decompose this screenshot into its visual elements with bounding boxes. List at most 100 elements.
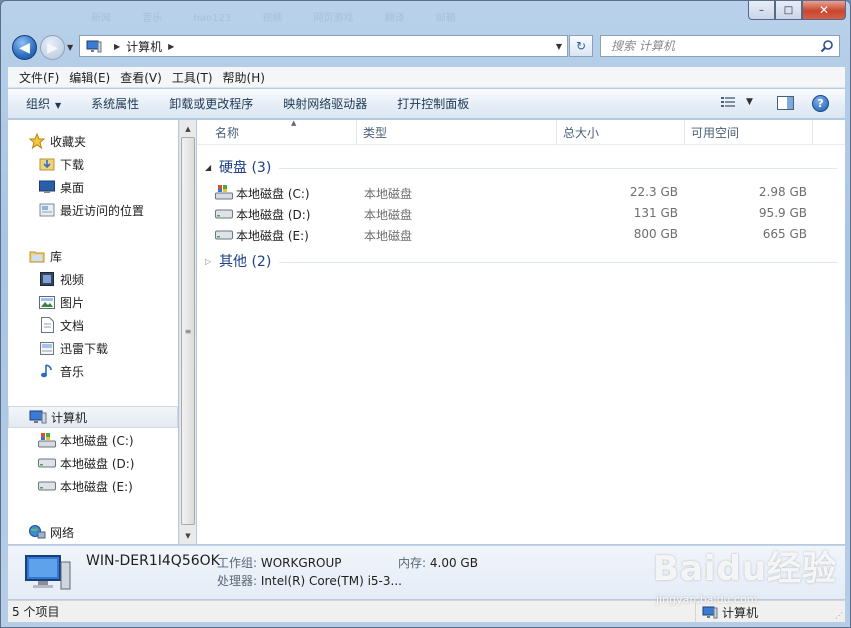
system-properties-button[interactable]: 系统属性 [91, 95, 139, 112]
ghost-text: 视频 [262, 13, 283, 24]
sidebar-item-videos[interactable]: 视频 [8, 268, 178, 290]
maximize-button[interactable]: □ [775, 1, 802, 20]
workgroup-value: WORKGROUP [260, 556, 342, 570]
sidebar-item-pictures[interactable]: 图片 [8, 291, 178, 313]
explorer-window: 新闻 音乐 hao123 视频 网页游戏 翻译 邮箱 – □ ✕ ◀ ▶ ▼ ▶… [0, 0, 851, 628]
system-drive-icon [215, 185, 233, 200]
preview-pane-icon[interactable] [777, 96, 794, 110]
group-header-hard-disks[interactable]: ◢ 硬盘 (3) [205, 156, 837, 178]
arrow-right-icon: ▶ [47, 39, 58, 56]
sidebar-item-recent-places[interactable]: 最近访问的位置 [8, 199, 178, 221]
search-box[interactable] [600, 35, 840, 57]
pictures-library-icon [38, 294, 56, 310]
computer-icon [86, 40, 102, 52]
menu-file[interactable]: 文件(F) [19, 69, 59, 86]
ghost-text: 音乐 [142, 13, 163, 24]
sidebar-item-label: 最近访问的位置 [60, 203, 145, 218]
breadcrumb-computer[interactable]: 计算机 [126, 38, 162, 55]
file-list-pane: ▲ 名称 类型 总大小 可用空间 ◢ 硬盘 (3) 本地磁盘 (C:) 本地磁盘… [197, 119, 845, 544]
close-button[interactable]: ✕ [802, 1, 846, 20]
hard-drive-icon [38, 478, 56, 494]
change-view-button[interactable]: ▼ [721, 96, 753, 108]
organize-button[interactable]: 组织 ▼ [26, 95, 61, 112]
drive-type: 本地磁盘 [364, 229, 413, 243]
sidebar-item-drive-c[interactable]: 本地磁盘 (C:) [8, 429, 178, 451]
drive-row-d[interactable]: 本地磁盘 (D:) 本地磁盘 131 GB 95.9 GB [215, 203, 815, 224]
sidebar-item-label: 库 [50, 249, 63, 264]
sidebar-item-label: 本地磁盘 (D:) [60, 456, 135, 471]
menu-help[interactable]: 帮助(H) [223, 69, 265, 86]
navigation-pane: 收藏夹 下载 桌面 最近访问的位置 库 视频 图片 文档 迅雷下载 音乐 计算机… [8, 120, 178, 544]
address-bar[interactable]: ▶ 计算机 ▶ ▼ [79, 35, 568, 57]
search-icon[interactable] [820, 39, 834, 53]
memory-value: 4.00 GB [429, 556, 478, 570]
drive-name: 本地磁盘 (E:) [236, 229, 309, 243]
computer-large-icon [25, 555, 71, 590]
uninstall-program-button[interactable]: 卸载或更改程序 [169, 95, 253, 112]
sidebar-item-music[interactable]: 音乐 [8, 360, 178, 382]
memory-info: 内存: 4.00 GB [398, 554, 478, 571]
menu-view[interactable]: 查看(V) [120, 69, 162, 86]
address-dropdown-icon[interactable]: ▼ [556, 42, 562, 51]
sidebar-item-label: 本地磁盘 (C:) [60, 433, 134, 448]
column-free-label: 可用空间 [691, 126, 740, 140]
sidebar-item-label: 图片 [60, 295, 85, 310]
drive-free-space: 665 GB [762, 227, 807, 241]
group-header-other[interactable]: ▷ 其他 (2) [205, 250, 837, 272]
column-header-name[interactable]: ▲ 名称 [209, 119, 357, 145]
collapsed-triangle-icon[interactable]: ▷ [205, 257, 219, 266]
details-view-icon [721, 97, 735, 107]
help-button[interactable]: ? [812, 95, 829, 112]
refresh-button[interactable]: ↻ [569, 35, 593, 57]
sidebar-item-computer[interactable]: 计算机 [8, 406, 178, 428]
menu-edit[interactable]: 编辑(E) [69, 69, 110, 86]
sidebar-item-label: 收藏夹 [50, 134, 87, 149]
menu-bar: 文件(F) 编辑(E) 查看(V) 工具(T) 帮助(H) [8, 67, 845, 88]
resize-grip-icon[interactable]: ⋰ [835, 611, 843, 620]
status-location: 计算机 [695, 601, 758, 623]
status-location-label: 计算机 [722, 605, 759, 620]
expanded-triangle-icon[interactable]: ◢ [205, 163, 219, 172]
sidebar-item-desktop[interactable]: 桌面 [8, 176, 178, 198]
breadcrumb-chevron-icon[interactable]: ▶ [114, 42, 120, 51]
scrollbar-thumb[interactable]: ≡ [181, 137, 195, 525]
network-icon [28, 524, 46, 540]
column-header-total-size[interactable]: 总大小 [557, 120, 685, 145]
sidebar-item-downloads[interactable]: 下载 [8, 153, 178, 175]
map-network-drive-button[interactable]: 映射网络驱动器 [283, 95, 367, 112]
sidebar-item-libraries[interactable]: 库 [8, 245, 178, 267]
column-header-free-space[interactable]: 可用空间 [685, 120, 813, 145]
column-total-label: 总大小 [563, 126, 600, 140]
status-bar: 5 个项目 计算机 ⋰ [8, 600, 845, 623]
drive-total-size: 800 GB [633, 227, 678, 241]
drive-row-c[interactable]: 本地磁盘 (C:) 本地磁盘 22.3 GB 2.98 GB [215, 182, 815, 203]
recent-pages-dropdown[interactable]: ▼ [67, 43, 73, 52]
forward-button[interactable]: ▶ [40, 35, 65, 60]
back-button[interactable]: ◀ [12, 35, 37, 60]
open-control-panel-button[interactable]: 打开控制面板 [397, 95, 469, 112]
sidebar-item-documents[interactable]: 文档 [8, 314, 178, 336]
sidebar-item-favorites[interactable]: 收藏夹 [8, 130, 178, 152]
computer-icon [702, 606, 718, 618]
nav-scrollbar[interactable]: ▲ ≡ ▼ [179, 120, 196, 544]
sidebar-item-thunder-downloads[interactable]: 迅雷下载 [8, 337, 178, 359]
sidebar-item-drive-d[interactable]: 本地磁盘 (D:) [8, 452, 178, 474]
sidebar-item-network[interactable]: 网络 [8, 521, 178, 543]
drive-name: 本地磁盘 (D:) [236, 208, 311, 222]
chevron-down-icon[interactable]: ▼ [746, 97, 753, 107]
breadcrumb-chevron-icon[interactable]: ▶ [168, 42, 174, 51]
sidebar-item-drive-e[interactable]: 本地磁盘 (E:) [8, 475, 178, 497]
column-header-type[interactable]: 类型 [357, 120, 557, 145]
drive-name: 本地磁盘 (C:) [236, 187, 310, 201]
background-title-ghost: 新闻 音乐 hao123 视频 网页游戏 翻译 邮箱 [91, 9, 720, 29]
minimize-button[interactable]: – [748, 1, 775, 20]
group-title: 硬盘 (3) [219, 160, 272, 176]
scroll-up-arrow-icon[interactable]: ▲ [180, 120, 196, 137]
drive-row-e[interactable]: 本地磁盘 (E:) 本地磁盘 800 GB 665 GB [215, 224, 815, 245]
scroll-down-arrow-icon[interactable]: ▼ [180, 527, 196, 544]
drive-total-size: 22.3 GB [629, 185, 678, 199]
computer-icon [29, 409, 47, 425]
hard-drive-icon [215, 230, 233, 240]
menu-tools[interactable]: 工具(T) [172, 69, 213, 86]
search-input[interactable] [611, 39, 811, 53]
